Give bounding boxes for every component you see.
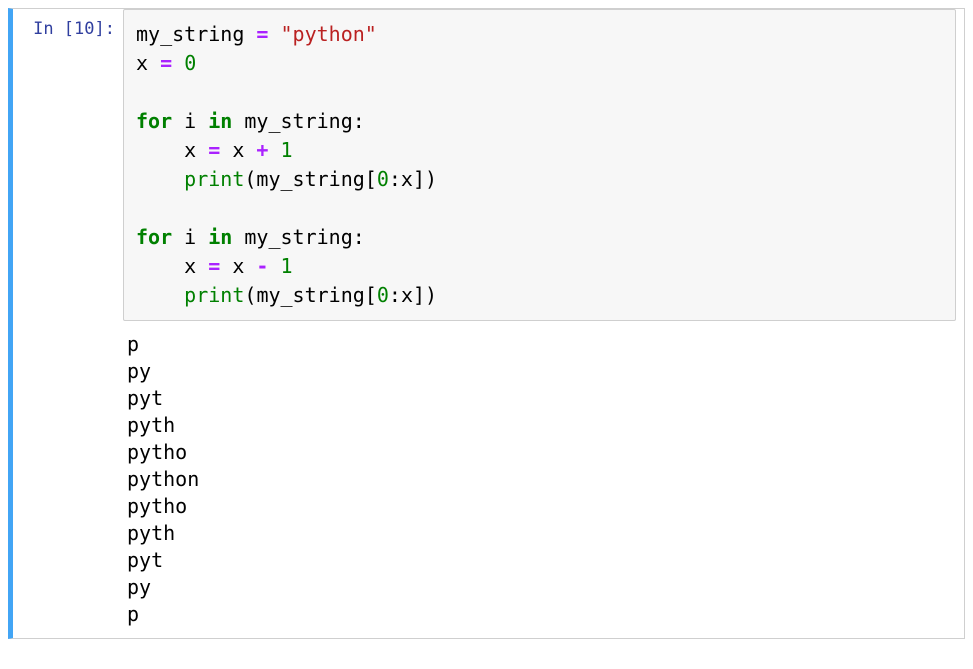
code-token: ( — [244, 283, 256, 307]
code-token: 0 — [377, 283, 389, 307]
code-token: print — [184, 283, 244, 307]
code-token: "python" — [281, 22, 377, 46]
code-token — [268, 254, 280, 278]
code-token: x — [136, 254, 208, 278]
code-token: = — [160, 51, 172, 75]
code-token: my_string[ — [256, 283, 376, 307]
code-token: x — [220, 138, 256, 162]
code-token — [136, 167, 184, 191]
code-token: for — [136, 109, 172, 133]
cell-body: my_string = "python" x = 0 for i in my_s… — [123, 9, 964, 638]
code-token: (my_string[ — [244, 167, 376, 191]
code-token: my_string: — [232, 225, 364, 249]
code-token — [136, 283, 184, 307]
code-token: = — [256, 22, 268, 46]
execution-count: 10 — [74, 19, 94, 39]
code-token: for — [136, 225, 172, 249]
code-token: x — [220, 254, 256, 278]
code-cell: In [10]: my_string = "python" x = 0 for … — [8, 8, 965, 639]
input-prompt: In [10]: — [13, 9, 123, 638]
code-token: x — [136, 138, 208, 162]
code-token: print — [184, 167, 244, 191]
code-token — [172, 51, 184, 75]
code-token: :x]) — [389, 167, 437, 191]
code-token: 1 — [281, 138, 293, 162]
prompt-prefix: In [ — [33, 19, 74, 39]
code-token: x — [136, 51, 160, 75]
prompt-suffix: ]: — [95, 19, 115, 39]
code-token: i — [172, 109, 208, 133]
code-token: my_string: — [232, 109, 364, 133]
code-output: p py pyt pyth pytho python pytho pyth py… — [123, 321, 956, 628]
code-token: = — [208, 254, 220, 278]
code-token: + — [256, 138, 268, 162]
code-token: i — [172, 225, 208, 249]
code-token: 0 — [377, 167, 389, 191]
code-token — [268, 22, 280, 46]
code-token: 1 — [281, 254, 293, 278]
code-token: ) — [425, 283, 437, 307]
code-token: in — [208, 109, 232, 133]
code-token: = — [208, 138, 220, 162]
code-token — [268, 138, 280, 162]
code-token: my_string — [136, 22, 256, 46]
code-token: :x] — [389, 283, 425, 307]
code-token: 0 — [184, 51, 196, 75]
code-token: - — [256, 254, 268, 278]
code-input[interactable]: my_string = "python" x = 0 for i in my_s… — [123, 9, 956, 321]
code-token: in — [208, 225, 232, 249]
